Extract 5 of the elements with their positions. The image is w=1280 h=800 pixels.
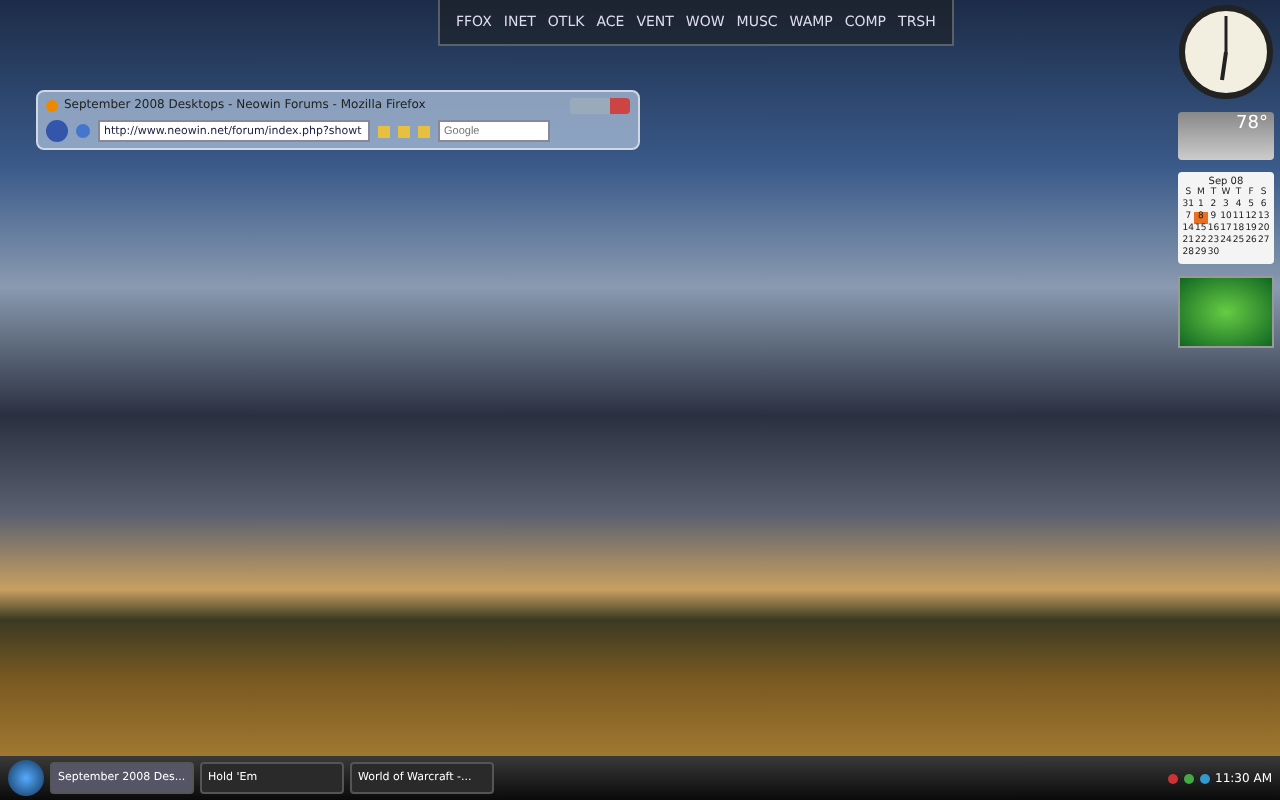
window-controls[interactable] <box>570 97 630 114</box>
start-button[interactable] <box>8 760 44 796</box>
temperature: 78° <box>1236 114 1268 134</box>
photo-placeholder <box>1178 276 1274 348</box>
clock-drawing <box>1178 4 1274 100</box>
